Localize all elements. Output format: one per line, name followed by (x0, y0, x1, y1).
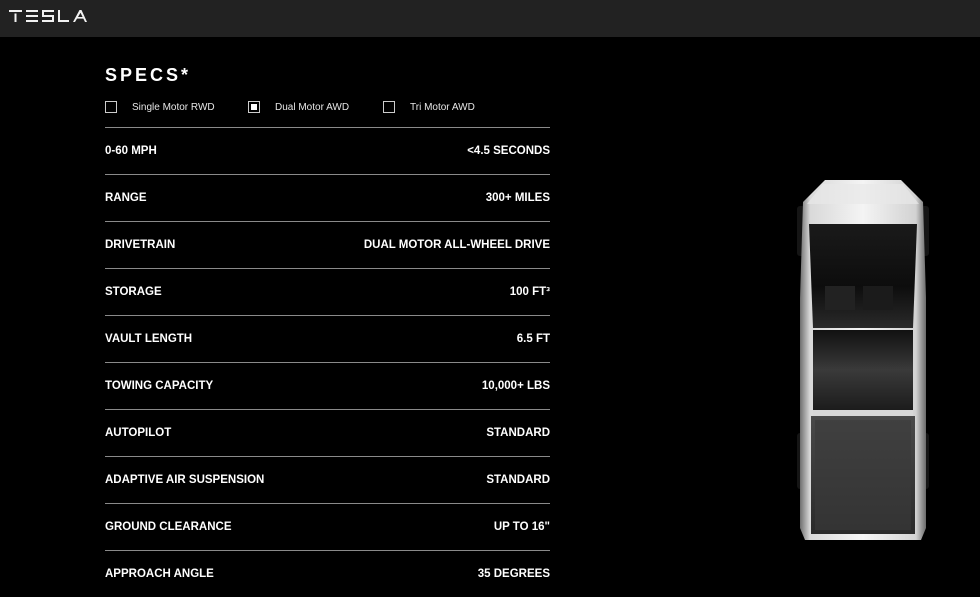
cybertruck-top-view-image (797, 180, 929, 540)
spec-value: <4.5 SECONDS (467, 145, 550, 157)
spec-row-towing-capacity: TOWING CAPACITY 10,000+ LBS (105, 362, 550, 409)
spec-label: APPROACH ANGLE (105, 568, 214, 580)
spec-row-adaptive-air-suspension: ADAPTIVE AIR SUSPENSION STANDARD (105, 456, 550, 503)
spec-value: UP TO 16" (493, 521, 550, 533)
spec-label: STORAGE (105, 286, 162, 298)
tesla-logo[interactable] (9, 10, 87, 22)
variant-label: Single Motor RWD (132, 101, 215, 113)
spec-label: GROUND CLEARANCE (105, 521, 232, 533)
variant-single-motor-rwd[interactable]: Single Motor RWD (105, 100, 215, 114)
variant-label: Dual Motor AWD (275, 101, 350, 113)
spec-value: STANDARD (486, 474, 550, 486)
motor-variant-selector: Single Motor RWD Dual Motor AWD Tri Moto… (105, 100, 550, 114)
specs-table: 0-60 MPH <4.5 SECONDS RANGE 300+ MILES D… (105, 127, 550, 597)
variant-tri-motor-awd[interactable]: Tri Motor AWD (383, 100, 475, 114)
spec-value: 35 DEGREES (477, 568, 550, 580)
spec-row-storage: STORAGE 100 FT³ (105, 268, 550, 315)
specs-title: SPECS* (105, 65, 192, 85)
spec-row-range: RANGE 300+ MILES (105, 174, 550, 221)
spec-row-0-60-mph: 0-60 MPH <4.5 SECONDS (105, 127, 550, 174)
spec-row-approach-angle: APPROACH ANGLE 35 DEGREES (105, 550, 550, 597)
spec-label: VAULT LENGTH (105, 333, 193, 345)
checkbox-checked-icon[interactable] (248, 101, 260, 113)
spec-value: 100 FT³ (509, 286, 550, 298)
spec-value: DUAL MOTOR ALL-WHEEL DRIVE (363, 239, 550, 251)
spec-row-autopilot: AUTOPILOT STANDARD (105, 409, 550, 456)
spec-row-vault-length: VAULT LENGTH 6.5 FT (105, 315, 550, 362)
spec-label: ADAPTIVE AIR SUSPENSION (105, 474, 265, 486)
spec-value: 6.5 FT (516, 333, 550, 345)
spec-label: DRIVETRAIN (105, 239, 176, 251)
spec-value: 10,000+ LBS (481, 380, 550, 392)
spec-label: TOWING CAPACITY (105, 380, 214, 392)
spec-label: AUTOPILOT (105, 427, 172, 439)
checkbox-icon[interactable] (383, 101, 395, 113)
variant-label: Tri Motor AWD (410, 101, 475, 113)
spec-row-drivetrain: DRIVETRAIN DUAL MOTOR ALL-WHEEL DRIVE (105, 221, 550, 268)
spec-label: RANGE (105, 192, 147, 204)
top-nav-bar (0, 0, 980, 37)
spec-row-ground-clearance: GROUND CLEARANCE UP TO 16" (105, 503, 550, 550)
spec-label: 0-60 MPH (105, 145, 157, 157)
checkbox-icon[interactable] (105, 101, 117, 113)
spec-value: STANDARD (486, 427, 550, 439)
spec-value: 300+ MILES (485, 192, 550, 204)
variant-dual-motor-awd[interactable]: Dual Motor AWD (248, 100, 349, 114)
